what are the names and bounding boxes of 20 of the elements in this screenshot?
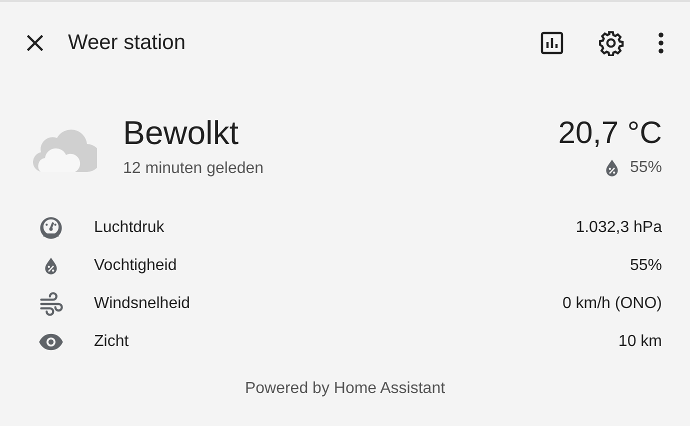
attribute-label: Vochtigheid bbox=[94, 256, 177, 276]
attribute-value: 10 km bbox=[618, 332, 662, 352]
gauge-icon bbox=[38, 215, 64, 241]
settings-button[interactable] bbox=[598, 30, 624, 56]
wind-icon bbox=[38, 291, 64, 317]
temperature-value: 20,7 °C bbox=[558, 117, 662, 148]
attribute-value: 55% bbox=[630, 256, 662, 276]
humidity-value: 55% bbox=[630, 158, 662, 178]
dialog-title: Weer station bbox=[68, 30, 186, 56]
attribute-value: 0 km/h (ONO) bbox=[562, 294, 662, 314]
footer-text: Powered by Home Assistant bbox=[244, 380, 446, 397]
attribute-label: Zicht bbox=[94, 332, 129, 352]
chart-button[interactable] bbox=[540, 31, 564, 55]
close-button[interactable] bbox=[24, 32, 46, 54]
attribute-value: 1.032,3 hPa bbox=[576, 218, 662, 238]
attribute-label: Luchtdruk bbox=[94, 218, 164, 238]
updated-time: 12 minuten geleden bbox=[123, 159, 264, 179]
condition-text: Bewolkt bbox=[123, 116, 240, 149]
more-menu-button[interactable] bbox=[658, 32, 664, 54]
attribute-label: Windsnelheid bbox=[94, 294, 190, 314]
